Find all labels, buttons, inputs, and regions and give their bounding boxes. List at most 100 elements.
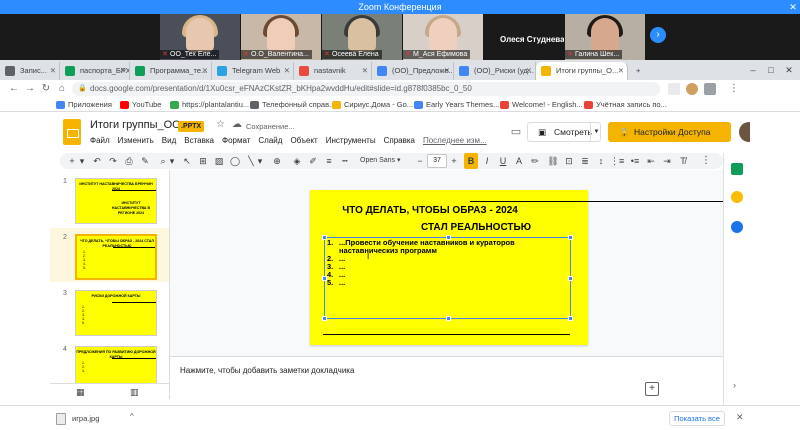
close-downloads-icon[interactable]: ✕ bbox=[736, 412, 744, 423]
star-icon[interactable]: ☆ bbox=[216, 119, 225, 130]
increase-font-icon[interactable]: + bbox=[448, 153, 460, 169]
tab-close-icon[interactable]: ✕ bbox=[526, 62, 532, 80]
browser-tab[interactable]: Telegram Web ✕ bbox=[212, 62, 294, 80]
speaker-notes-placeholder[interactable]: Нажмите, чтобы добавить заметки докладчи… bbox=[180, 366, 354, 375]
slide-thumbnail[interactable]: 1 ИНСТИТУТ НАСТАВНИЧЕСТВА БРЕНЧИН 2024 ИНС… bbox=[50, 172, 169, 226]
new-tab-icon[interactable]: + bbox=[630, 62, 646, 80]
align-icon[interactable]: ≣ bbox=[578, 153, 592, 169]
bookmark-item[interactable]: Сириус.Дома - Go... bbox=[332, 98, 413, 112]
redo-icon[interactable]: ↷ bbox=[106, 153, 120, 169]
slide-preview[interactable]: ИНСТИТУТ НАСТАВНИЧЕСТВА БРЕНЧИН 2024 ИНСТ… bbox=[75, 178, 157, 224]
browser-tab[interactable]: паспорта_БРХОВ✕ bbox=[60, 62, 130, 80]
extension-icon[interactable] bbox=[668, 83, 680, 95]
selected-text-box[interactable]: 1. ...Провести обучение наставников и кур… bbox=[322, 235, 573, 321]
browser-tab[interactable]: Программа_те... ✕ bbox=[130, 62, 212, 80]
window-close-icon[interactable]: ✕ bbox=[780, 60, 798, 80]
image-file-icon[interactable] bbox=[56, 413, 66, 425]
slide-title-line2[interactable]: СТАЛ РЕАЛЬНОСТЬЮ bbox=[310, 222, 588, 233]
tab-close-icon[interactable]: ✕ bbox=[362, 62, 368, 80]
line-dropdown-icon[interactable]: ▾ bbox=[256, 153, 264, 169]
line-spacing-icon[interactable]: ↕ bbox=[594, 153, 608, 169]
menu-item[interactable]: Вставка bbox=[184, 136, 214, 145]
decrease-indent-icon[interactable]: ⇤ bbox=[644, 153, 658, 169]
resize-handle[interactable] bbox=[322, 276, 327, 281]
text-box-icon[interactable]: ⊞ bbox=[196, 153, 210, 169]
bookmark-item[interactable]: Приложения bbox=[56, 98, 112, 112]
bullet-item[interactable]: 2.... bbox=[325, 255, 565, 263]
fill-color-icon[interactable]: ◈ bbox=[290, 153, 304, 169]
bullet-item[interactable]: 3.... bbox=[325, 263, 565, 271]
underline-icon[interactable]: U bbox=[496, 153, 510, 169]
highlight-icon[interactable]: ✏ bbox=[528, 153, 542, 169]
resize-handle[interactable] bbox=[322, 316, 327, 321]
italic-icon[interactable]: I bbox=[480, 153, 494, 169]
undo-icon[interactable]: ↶ bbox=[90, 153, 104, 169]
browser-tab[interactable]: nastavnik ✕ bbox=[294, 62, 372, 80]
image-icon[interactable]: ▨ bbox=[212, 153, 226, 169]
participant-tile[interactable]: О.О_Валентина... ✕ bbox=[241, 14, 321, 60]
text-color-icon[interactable]: A bbox=[512, 153, 526, 169]
comments-icon[interactable]: ▭ bbox=[507, 125, 525, 141]
tab-close-icon[interactable]: ✕ bbox=[444, 62, 450, 80]
bookmark-item[interactable]: Welcome! - English... bbox=[500, 98, 583, 112]
slide-title-line1[interactable]: ЧТО ДЕЛАТЬ, ЧТОБЫ ОБРАЗ - 2024 bbox=[310, 205, 550, 216]
resize-handle[interactable] bbox=[568, 276, 573, 281]
expand-panel-icon[interactable]: › bbox=[733, 380, 736, 390]
tab-active[interactable]: Итоги группы_О... ✕ bbox=[536, 62, 628, 80]
browser-tab[interactable]: Запис... ✕ bbox=[0, 62, 60, 80]
bold-icon[interactable]: B bbox=[464, 153, 478, 169]
tab-close-icon[interactable]: ✕ bbox=[618, 62, 624, 80]
slide-canvas[interactable]: ЧТО ДЕЛАТЬ, ЧТОБЫ ОБРАЗ - 2024 СТАЛ РЕАЛ… bbox=[170, 170, 800, 356]
resize-handle[interactable] bbox=[322, 235, 327, 240]
bookmark-item[interactable]: Телефонный справ... bbox=[250, 98, 335, 112]
download-file-name[interactable]: игра.jpg bbox=[72, 414, 99, 423]
paint-format-icon[interactable]: ✎ bbox=[138, 153, 152, 169]
sheets-icon[interactable] bbox=[731, 163, 743, 175]
home-icon[interactable]: ⌂ bbox=[54, 80, 70, 98]
back-icon[interactable]: ← bbox=[6, 80, 22, 98]
bookmark-item[interactable]: Early Years Themes... bbox=[414, 98, 499, 112]
url-field[interactable]: 🔒 docs.google.com/presentation/d/1Xu0csr… bbox=[72, 82, 660, 96]
zoom-dropdown-icon[interactable]: ▾ bbox=[168, 153, 176, 169]
participant-tile[interactable]: Осеева Елена ✕ bbox=[322, 14, 402, 60]
forward-icon[interactable]: → bbox=[22, 80, 38, 98]
clear-formatting-icon[interactable]: T̸ bbox=[676, 153, 690, 169]
resize-handle[interactable] bbox=[446, 316, 451, 321]
present-dropdown-icon[interactable]: ▼ bbox=[590, 122, 602, 142]
show-all-downloads-button[interactable]: Показать все bbox=[669, 411, 725, 426]
bookmark-item[interactable]: Учётная запись по... bbox=[584, 98, 667, 112]
menu-item[interactable]: Файл bbox=[90, 136, 110, 145]
browser-menu-icon[interactable]: ⋮ bbox=[726, 80, 742, 98]
decrease-font-icon[interactable]: − bbox=[414, 153, 426, 169]
browser-tab[interactable]: (ОО)_Риски (уд... ✕ bbox=[454, 62, 536, 80]
menu-item[interactable]: Вид bbox=[162, 136, 176, 145]
border-weight-icon[interactable]: ≡ bbox=[322, 153, 336, 169]
comment-add-icon[interactable]: ⊡ bbox=[562, 153, 576, 169]
bookmark-item[interactable]: YouTube bbox=[120, 98, 161, 112]
font-size-input[interactable]: 37 bbox=[427, 154, 447, 168]
slide-thumbnail[interactable]: 4 ПРЕДЛОЖЕНИЯ ПО РАЗВИТИЮ ДОРОЖНОЙ КАРТЫ 1… bbox=[50, 340, 169, 383]
download-options-icon[interactable]: ^ bbox=[130, 412, 134, 421]
minimize-icon[interactable]: – bbox=[744, 60, 762, 80]
resize-handle[interactable] bbox=[568, 316, 573, 321]
document-title[interactable]: Итоги группы_ОО bbox=[90, 119, 181, 131]
slide-preview[interactable]: ЧТО ДЕЛАТЬ, ЧТОБЫ ОБРАЗ - 2024 СТАЛ РЕАЛ… bbox=[75, 234, 157, 280]
reload-icon[interactable]: ↻ bbox=[38, 80, 54, 98]
menu-item[interactable]: Объект bbox=[290, 136, 317, 145]
slides-logo-icon[interactable] bbox=[63, 119, 81, 145]
slide-preview[interactable]: ПРЕДЛОЖЕНИЯ ПО РАЗВИТИЮ ДОРОЖНОЙ КАРТЫ 1.… bbox=[75, 346, 157, 383]
participant-tile[interactable]: ОО_Тех Еле... ✕ bbox=[160, 14, 240, 60]
keep-icon[interactable] bbox=[731, 191, 743, 203]
menu-item[interactable]: Формат bbox=[222, 136, 250, 145]
slide-thumbnail[interactable]: 3 РИСКИ ДОРОЖНОЙ КАРТЫ 1. 2. 3. 4. 5. bbox=[50, 284, 169, 338]
more-tools-icon[interactable]: ⋮ bbox=[698, 153, 714, 169]
speaker-notes[interactable]: Нажмите, чтобы добавить заметки докладчи… bbox=[170, 356, 743, 383]
font-select[interactable]: Open Sans ▾ bbox=[360, 154, 410, 168]
grid-view-icon[interactable]: ▦ bbox=[76, 387, 85, 398]
tab-close-icon[interactable]: ✕ bbox=[284, 62, 290, 80]
tab-close-icon[interactable]: ✕ bbox=[120, 62, 126, 80]
numbered-list-icon[interactable]: ⋮≡ bbox=[610, 153, 624, 169]
resize-handle[interactable] bbox=[446, 235, 451, 240]
menu-item[interactable]: Справка bbox=[384, 136, 415, 145]
bullet-item[interactable]: 4.... bbox=[325, 271, 565, 279]
